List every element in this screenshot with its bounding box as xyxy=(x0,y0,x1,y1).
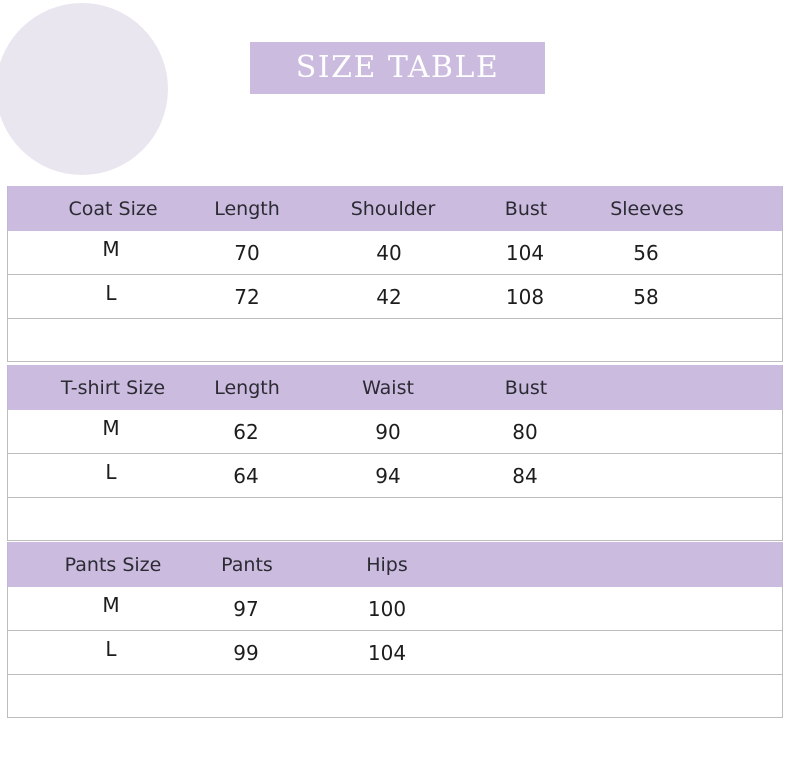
tshirt-header-size: T-shirt Size xyxy=(60,376,166,399)
coat-header-length: Length xyxy=(214,197,280,220)
pants-header-size: Pants Size xyxy=(64,553,162,576)
coat-header-bust: Bust xyxy=(504,197,548,220)
table-row: L 72 42 108 58 xyxy=(7,275,783,319)
coat-header-sleeves: Sleeves xyxy=(610,197,684,220)
pants-table-spacer-row xyxy=(7,675,783,718)
table-row: L 99 104 xyxy=(7,631,783,675)
tshirt-l-bust: 84 xyxy=(512,463,538,488)
tshirt-size-table: T-shirt Size Length Waist Bust M 62 90 8… xyxy=(7,365,783,541)
pants-header-pants: Pants xyxy=(221,553,273,576)
title-banner: SIZE TABLE xyxy=(250,42,545,94)
coat-l-sleeves: 58 xyxy=(633,284,659,309)
coat-table-spacer-row xyxy=(7,319,783,362)
coat-header-size: Coat Size xyxy=(68,197,158,220)
pants-header-hips: Hips xyxy=(366,553,408,576)
tshirt-header-waist: Waist xyxy=(362,376,414,399)
pants-m-size: M xyxy=(102,592,120,617)
tshirt-m-waist: 90 xyxy=(375,419,401,444)
page-title: SIZE TABLE xyxy=(295,50,500,85)
tshirt-m-length: 62 xyxy=(233,419,259,444)
coat-l-size: L xyxy=(105,280,117,305)
tshirt-l-size: L xyxy=(105,459,117,484)
table-row: M 97 100 xyxy=(7,587,783,631)
tshirt-header-bust: Bust xyxy=(504,376,548,399)
coat-l-length: 72 xyxy=(234,284,260,309)
tshirt-l-waist: 94 xyxy=(375,463,401,488)
pants-size-table: Pants Size Pants Hips M 97 100 L 99 104 xyxy=(7,542,783,718)
coat-m-length: 70 xyxy=(234,240,260,265)
pants-l-pants: 99 xyxy=(233,640,259,665)
coat-l-shoulder: 42 xyxy=(376,284,402,309)
coat-m-bust: 104 xyxy=(505,240,545,265)
coat-header-row: Coat Size Length Shoulder Bust Sleeves xyxy=(7,186,783,231)
pants-l-size: L xyxy=(105,636,117,661)
table-row: M 70 40 104 56 xyxy=(7,231,783,275)
pants-l-hips: 104 xyxy=(367,640,407,665)
coat-m-size: M xyxy=(102,236,120,261)
tshirt-l-length: 64 xyxy=(233,463,259,488)
coat-header-shoulder: Shoulder xyxy=(350,197,436,220)
pants-m-pants: 97 xyxy=(233,596,259,621)
tshirt-header-length: Length xyxy=(214,376,280,399)
coat-l-bust: 108 xyxy=(505,284,545,309)
coat-size-table: Coat Size Length Shoulder Bust Sleeves M… xyxy=(7,186,783,362)
tshirt-table-spacer-row xyxy=(7,498,783,541)
pants-m-hips: 100 xyxy=(367,596,407,621)
tshirt-header-row: T-shirt Size Length Waist Bust xyxy=(7,365,783,410)
decorative-circle xyxy=(0,3,168,175)
tshirt-m-size: M xyxy=(102,415,120,440)
table-row: M 62 90 80 xyxy=(7,410,783,454)
coat-m-shoulder: 40 xyxy=(376,240,402,265)
size-chart-canvas: SIZE TABLE Coat Size Length Shoulder Bus… xyxy=(0,0,790,765)
coat-m-sleeves: 56 xyxy=(633,240,659,265)
table-row: L 64 94 84 xyxy=(7,454,783,498)
pants-header-row: Pants Size Pants Hips xyxy=(7,542,783,587)
tshirt-m-bust: 80 xyxy=(512,419,538,444)
